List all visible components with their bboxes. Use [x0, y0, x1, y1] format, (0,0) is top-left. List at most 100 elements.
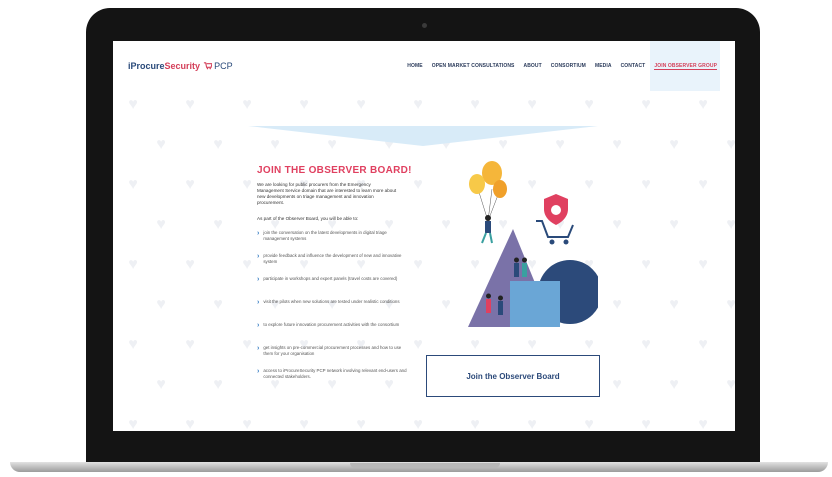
- watermark-logo-icon: ♥: [128, 176, 138, 193]
- site-logo[interactable]: iProcureSecurity PCP: [128, 61, 233, 71]
- nav-home[interactable]: HOME: [407, 63, 422, 70]
- watermark-logo-icon: ♥: [242, 96, 252, 113]
- watermark-logo-icon: ♥: [584, 336, 594, 353]
- benefits-list: › join the conversation on the latest dev…: [257, 230, 412, 391]
- nav-join-observer-group[interactable]: JOIN OBSERVER GROUP: [654, 63, 717, 70]
- join-observer-board-button[interactable]: Join the Observer Board: [426, 355, 600, 397]
- watermark-logo-icon: ♥: [698, 256, 708, 273]
- watermark-logo-icon: ♥: [641, 416, 651, 431]
- watermark-logo-icon: ♥: [156, 216, 166, 233]
- list-item-text: get insights on pre-commercial procureme…: [263, 345, 402, 356]
- watermark-logo-icon: ♥: [584, 96, 594, 113]
- watermark-logo-icon: ♥: [726, 136, 735, 153]
- nav-consortium[interactable]: CONSORTIUM: [551, 63, 586, 70]
- list-item: › visit the pilots when new solutions are…: [257, 299, 412, 322]
- watermark-logo-icon: ♥: [527, 336, 537, 353]
- list-item: › to explore future innovation procuremen…: [257, 322, 412, 345]
- nav-contact[interactable]: CONTACT: [621, 63, 646, 70]
- nav-open-market-consultations[interactable]: OPEN MARKET CONSULTATIONS: [432, 63, 515, 70]
- chevron-right-icon: ›: [257, 299, 260, 306]
- watermark-logo-icon: ♥: [242, 416, 252, 431]
- watermark-logo-icon: ♥: [669, 216, 679, 233]
- watermark-logo-icon: ♥: [128, 96, 138, 113]
- watermark-logo-icon: ♥: [669, 376, 679, 393]
- list-item-text: to explore future innovation procurement…: [263, 322, 400, 327]
- watermark-logo-icon: ♥: [726, 296, 735, 313]
- watermark-logo-icon: ♥: [413, 96, 423, 113]
- watermark-logo-icon: ♥: [128, 416, 138, 431]
- watermark-logo-icon: ♥: [698, 416, 708, 431]
- list-item: › participate in workshops and expert pan…: [257, 276, 412, 299]
- logo-text-security: Security: [164, 61, 201, 71]
- logo-text-pcp: PCP: [211, 61, 233, 71]
- nav-media[interactable]: MEDIA: [595, 63, 612, 70]
- watermark-logo-icon: ♥: [185, 176, 195, 193]
- watermark-logo-icon: ♥: [413, 416, 423, 431]
- chevron-right-icon: ›: [257, 345, 260, 352]
- watermark-logo-icon: ♥: [612, 136, 622, 153]
- chevron-right-icon: ›: [257, 322, 260, 329]
- watermark-logo-icon: ♥: [128, 336, 138, 353]
- logo-cart-icon: [203, 62, 213, 70]
- watermark-logo-icon: ♥: [299, 416, 309, 431]
- laptop-notch: [350, 463, 500, 468]
- watermark-logo-icon: ♥: [698, 96, 708, 113]
- lead-text: As part of the Observer Board, you will …: [257, 216, 359, 221]
- watermark-logo-icon: ♥: [213, 216, 223, 233]
- watermark-logo-icon: ♥: [441, 296, 451, 313]
- intro-text: We are looking for public procurers from…: [257, 182, 397, 205]
- watermark-logo-icon: ♥: [413, 176, 423, 193]
- list-item: › join the conversation on the latest dev…: [257, 230, 412, 253]
- watermark-logo-icon: ♥: [441, 216, 451, 233]
- watermark-logo-icon: ♥: [470, 96, 480, 113]
- watermark-logo-icon: ♥: [156, 376, 166, 393]
- watermark-logo-icon: ♥: [641, 256, 651, 273]
- watermark-logo-icon: ♥: [527, 96, 537, 113]
- list-item-text: visit the pilots when new solutions are …: [263, 299, 400, 304]
- main-nav: HOME OPEN MARKET CONSULTATIONS ABOUT CON…: [407, 63, 717, 70]
- watermark-logo-icon: ♥: [641, 96, 651, 113]
- watermark-logo-icon: ♥: [612, 216, 622, 233]
- nav-about[interactable]: ABOUT: [523, 63, 541, 70]
- watermark-logo-icon: ♥: [698, 176, 708, 193]
- watermark-logo-icon: ♥: [641, 176, 651, 193]
- watermark-logo-icon: ♥: [156, 136, 166, 153]
- watermark-logo-icon: ♥: [698, 336, 708, 353]
- browser-screen: ♥ ♥ ♥ ♥ ♥ ♥ ♥ ♥ ♥ ♥ ♥ ♥ ♥ ♥ ♥ ♥ ♥ ♥ ♥ ♥ ♥ ♥ ♥ ♥ ♥ ♥ ♥ ♥ ♥ ♥ ♥ ♥ ♥ ♥ ♥ ♥ ♥ ♥ ♥ ♥…: [113, 41, 735, 431]
- list-item: › access to iProcureSecurity PCP network …: [257, 368, 412, 391]
- watermark-logo-icon: ♥: [213, 136, 223, 153]
- chevron-right-icon: ›: [257, 230, 260, 237]
- watermark-logo-icon: ♥: [726, 216, 735, 233]
- watermark-logo-icon: ♥: [612, 296, 622, 313]
- watermark-logo-icon: ♥: [242, 176, 252, 193]
- observer-illustration: [468, 161, 598, 327]
- watermark-logo-icon: ♥: [584, 416, 594, 431]
- watermark-logo-icon: ♥: [641, 336, 651, 353]
- watermark-logo-icon: ♥: [213, 296, 223, 313]
- watermark-logo-icon: ♥: [242, 336, 252, 353]
- watermark-logo-icon: ♥: [669, 136, 679, 153]
- page-title: JOIN THE OBSERVER BOARD!: [257, 165, 412, 176]
- watermark-logo-icon: ♥: [185, 336, 195, 353]
- logo-text-iprocure: iProcure: [128, 61, 165, 71]
- watermark-logo-icon: ♥: [299, 96, 309, 113]
- watermark-logo-icon: ♥: [356, 96, 366, 113]
- watermark-logo-icon: ♥: [726, 376, 735, 393]
- watermark-logo-icon: ♥: [470, 416, 480, 431]
- list-item-text: participate in workshops and expert pane…: [263, 276, 398, 281]
- webcam-icon: [422, 23, 427, 28]
- header-banner-shape: [248, 126, 598, 146]
- watermark-logo-icon: ♥: [185, 256, 195, 273]
- list-item-text: access to iProcureSecurity PCP network i…: [263, 368, 407, 379]
- watermark-logo-icon: ♥: [356, 416, 366, 431]
- watermark-logo-icon: ♥: [213, 376, 223, 393]
- chevron-right-icon: ›: [257, 368, 260, 375]
- watermark-logo-icon: ♥: [527, 416, 537, 431]
- watermark-logo-icon: ♥: [128, 256, 138, 273]
- watermark-logo-icon: ♥: [185, 416, 195, 431]
- watermark-logo-icon: ♥: [470, 336, 480, 353]
- chevron-right-icon: ›: [257, 276, 260, 283]
- watermark-logo-icon: ♥: [156, 296, 166, 313]
- list-item: › provide feedback and influence the deve…: [257, 253, 412, 276]
- list-item-text: join the conversation on the latest deve…: [263, 230, 387, 241]
